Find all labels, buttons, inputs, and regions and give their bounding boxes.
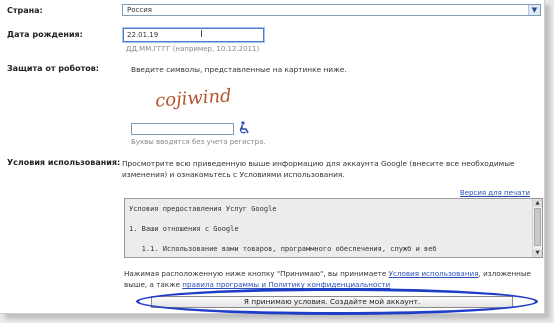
scroll-thumb[interactable] — [534, 208, 541, 246]
terms-intro: Просмотрите всю приведенную выше информа… — [122, 159, 515, 179]
accept-text-before: Нажимая расположенную ниже кнопку "Прини… — [124, 269, 387, 278]
text-cursor-icon: I — [200, 29, 203, 40]
terms-line: 1. Ваши отношения с Google — [129, 225, 239, 233]
birthdate-hint: ДД.ММ.ГГГГ (например, 10.12.2011) — [126, 45, 260, 53]
accept-notice: Нажимая расположенную ниже кнопку "Прини… — [124, 268, 544, 290]
captcha-case-hint: Буквы вводятся без учета регистра. — [131, 138, 266, 146]
privacy-policy-link[interactable]: правила программы и Политику конфиденциа… — [182, 280, 390, 289]
robot-label: Защита от роботов: — [7, 64, 99, 73]
terms-scrollbar[interactable]: ▲ ▼ — [532, 199, 542, 257]
terms-line — [129, 214, 529, 224]
captcha-instruction: Введите символы, представленные на карти… — [131, 65, 347, 74]
scroll-down-icon[interactable]: ▼ — [533, 249, 542, 257]
birthdate-input[interactable]: 22.01.19 I — [123, 28, 264, 42]
wheelchair-icon[interactable] — [238, 121, 251, 135]
birthdate-value: 22.01.19 — [127, 31, 159, 39]
terms-of-use-link[interactable]: Условия использования — [389, 269, 479, 278]
captcha-image: cojiwind — [154, 85, 232, 111]
scroll-up-icon[interactable]: ▲ — [533, 199, 542, 207]
chevron-down-icon[interactable]: ▼ — [528, 5, 540, 15]
country-value: Россия — [127, 6, 152, 14]
birthdate-label: Дата рождения: — [7, 30, 83, 39]
terms-line — [129, 234, 529, 244]
country-select[interactable]: Россия ▼ — [122, 4, 541, 16]
print-version-link[interactable]: Версия для печати — [460, 189, 530, 197]
country-label: Страна: — [7, 6, 43, 15]
terms-line: 1.1. Использование вами товаров, програм… — [129, 245, 437, 253]
terms-label: Условия использования: — [7, 158, 121, 167]
terms-textbox[interactable]: Условия предоставления Услуг Google 1. В… — [124, 198, 543, 258]
captcha-input[interactable] — [131, 123, 234, 135]
captcha-text: cojiwind — [154, 85, 232, 111]
terms-line: Условия предоставления Услуг Google — [129, 205, 277, 213]
terms-content: Условия предоставления Услуг Google 1. В… — [129, 204, 529, 254]
accept-create-account-button[interactable]: Я принимаю условия. Создайте мой аккаунт… — [151, 296, 513, 308]
signup-form-panel: Страна: Россия ▼ Дата рождения: 22.01.19… — [0, 0, 545, 314]
